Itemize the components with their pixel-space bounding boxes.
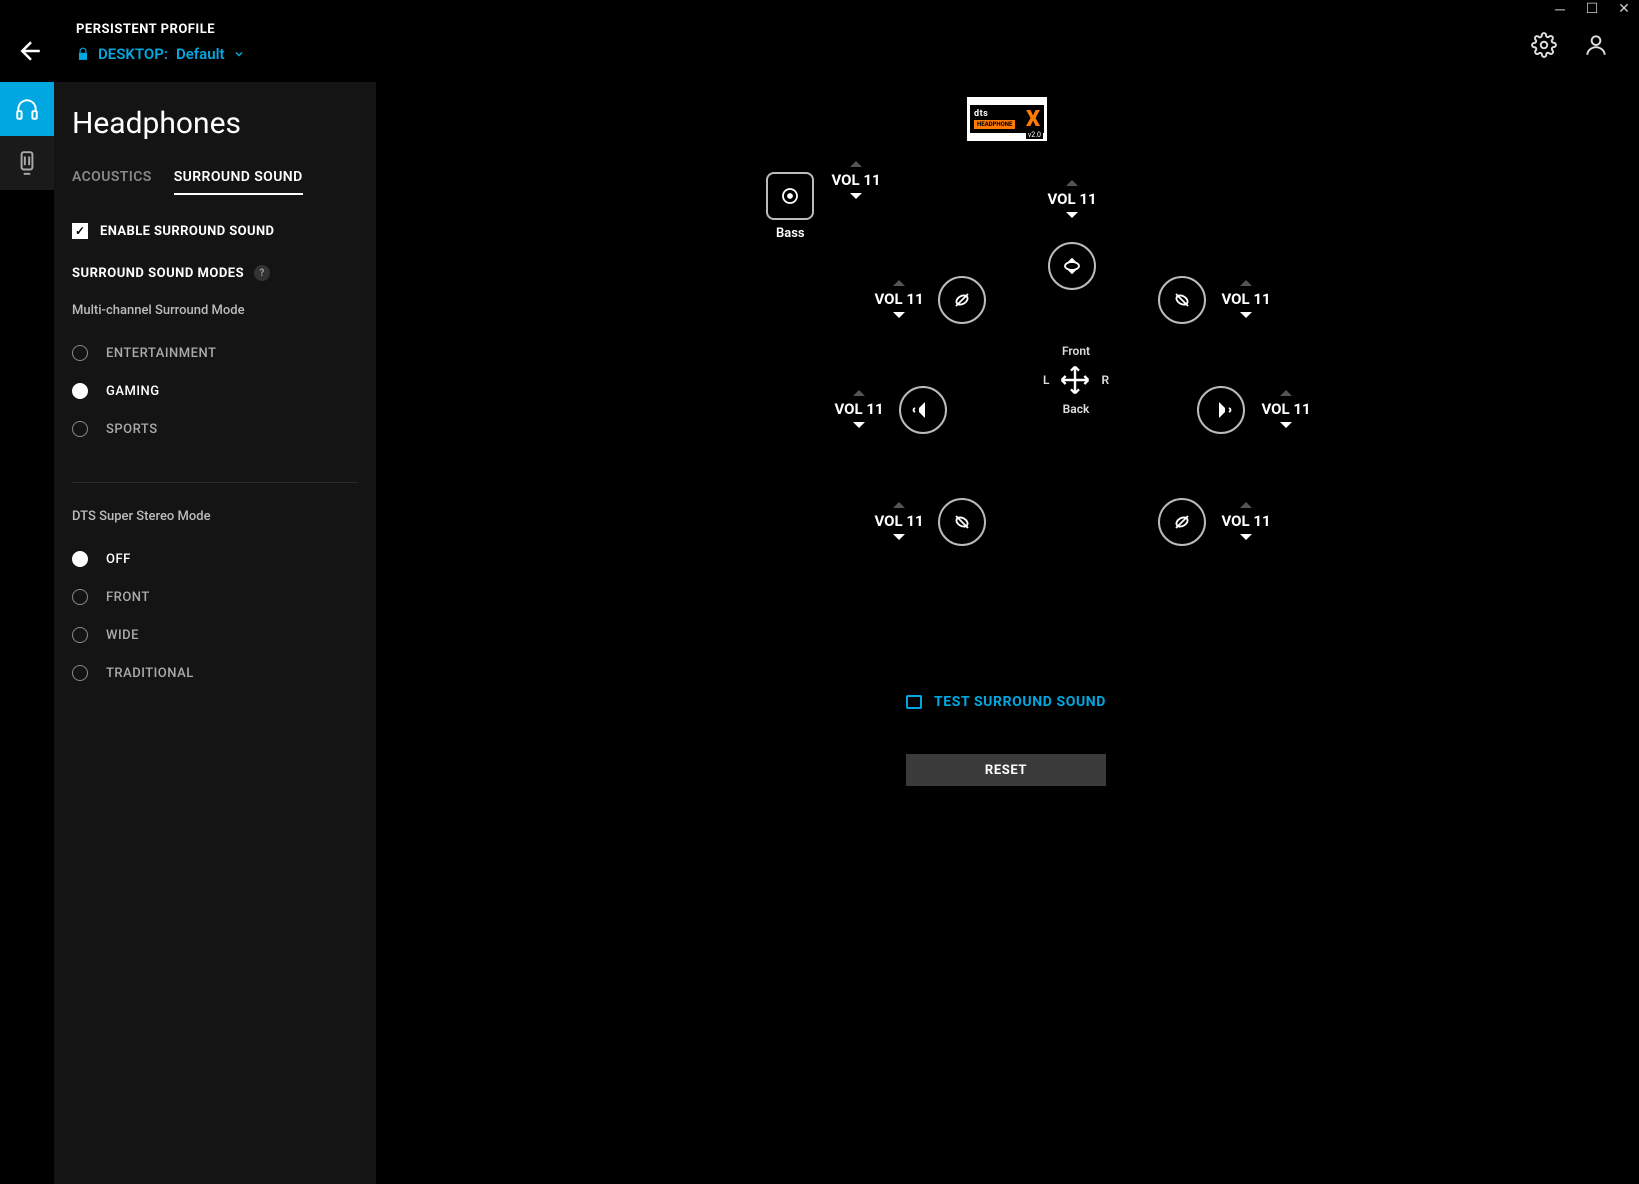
dts-group: OFF FRONT WIDE TRADITIONAL (72, 540, 358, 692)
vol-front-right[interactable]: VOL 11 (1216, 280, 1276, 318)
user-icon[interactable] (1583, 32, 1609, 62)
arrow-down-icon[interactable] (1280, 422, 1292, 428)
speaker-center[interactable] (1048, 242, 1096, 290)
vol-side-right[interactable]: VOL 11 (1256, 390, 1316, 428)
tab-acoustics[interactable]: ACOUSTICS (72, 169, 152, 195)
arrow-down-icon[interactable] (1240, 534, 1252, 540)
checkbox-icon: ✓ (72, 223, 88, 239)
vol-rear-left[interactable]: VOL 11 (869, 502, 929, 540)
arrow-down-icon[interactable] (853, 422, 865, 428)
profile-selector[interactable]: DESKTOP: Default (76, 45, 245, 63)
arrow-up-icon[interactable] (1280, 390, 1292, 396)
radio-entertainment[interactable]: ENTERTAINMENT (72, 334, 358, 372)
speaker-bass[interactable] (766, 172, 814, 220)
arrow-down-icon[interactable] (893, 534, 905, 540)
page-title: Headphones (72, 106, 358, 141)
vol-side-left[interactable]: VOL 11 (829, 390, 889, 428)
compass-right: R (1101, 373, 1109, 387)
speaker-rear-left[interactable] (938, 498, 986, 546)
lock-icon (76, 47, 90, 61)
multi-channel-group: ENTERTAINMENT GAMING SPORTS (72, 334, 358, 448)
sidebar: Headphones ACOUSTICS SURROUND SOUND ✓ EN… (54, 82, 376, 1184)
rail-headphones[interactable] (0, 82, 54, 136)
radio-off[interactable]: OFF (72, 540, 358, 578)
help-icon[interactable]: ? (254, 265, 270, 281)
main-panel: dts HEADPHONE X v2.0 VOL 11 Bass VOL 11 (376, 82, 1639, 1184)
arrow-up-icon[interactable] (1240, 502, 1252, 508)
divider (72, 482, 358, 483)
bass-label: Bass (776, 226, 805, 241)
minimize-button[interactable]: ─ (1553, 2, 1567, 16)
maximize-button[interactable]: ☐ (1585, 2, 1599, 16)
radio-wide[interactable]: WIDE (72, 616, 358, 654)
compass-back: Back (1063, 402, 1090, 416)
arrow-up-icon[interactable] (1066, 180, 1078, 186)
dts-heading: DTS Super Stereo Mode (72, 509, 358, 524)
reset-button[interactable]: RESET (906, 754, 1106, 786)
speaker-front-right[interactable] (1158, 276, 1206, 324)
profile-label: PERSISTENT PROFILE (76, 22, 245, 37)
modes-heading: SURROUND SOUND MODES (72, 266, 244, 281)
vol-front-left[interactable]: VOL 11 (869, 280, 929, 318)
close-button[interactable]: ✕ (1617, 2, 1631, 16)
compass-left: L (1043, 373, 1050, 387)
speaker-side-right[interactable] (1197, 386, 1245, 434)
arrow-down-icon[interactable] (850, 193, 862, 199)
back-button[interactable] (16, 36, 46, 66)
window-controls: ─ ☐ ✕ (1545, 0, 1639, 18)
speaker-rear-right[interactable] (1158, 498, 1206, 546)
radio-traditional[interactable]: TRADITIONAL (72, 654, 358, 692)
compass-front: Front (1062, 344, 1090, 358)
profile-header: PERSISTENT PROFILE DESKTOP: Default (76, 22, 245, 63)
arrow-up-icon[interactable] (850, 161, 862, 167)
speaker-map: VOL 11 Bass VOL 11 VOL 11 VOL 11 (686, 172, 1326, 652)
surround-icon (906, 695, 922, 709)
arrow-down-icon[interactable] (1066, 212, 1078, 218)
radio-front[interactable]: FRONT (72, 578, 358, 616)
arrow-up-icon[interactable] (853, 390, 865, 396)
speaker-side-left[interactable] (899, 386, 947, 434)
compass-cross-icon (1059, 364, 1091, 396)
arrow-up-icon[interactable] (893, 280, 905, 286)
arrow-down-icon[interactable] (893, 312, 905, 318)
multi-channel-heading: Multi-channel Surround Mode (72, 303, 358, 318)
rail-microphone[interactable] (0, 136, 54, 190)
compass: Front L R Back (1041, 344, 1111, 416)
test-surround-button[interactable]: TEST SURROUND SOUND (906, 694, 1106, 710)
dts-badge: dts HEADPHONE X v2.0 (966, 96, 1048, 142)
vol-bass[interactable]: VOL 11 (826, 161, 886, 199)
arrow-up-icon[interactable] (893, 502, 905, 508)
vol-center[interactable]: VOL 11 (1042, 180, 1102, 218)
device-rail (0, 82, 54, 190)
chevron-down-icon (233, 48, 245, 60)
arrow-up-icon[interactable] (1240, 280, 1252, 286)
arrow-down-icon[interactable] (1240, 312, 1252, 318)
tab-surround-sound[interactable]: SURROUND SOUND (174, 169, 303, 195)
radio-sports[interactable]: SPORTS (72, 410, 358, 448)
vol-rear-right[interactable]: VOL 11 (1216, 502, 1276, 540)
settings-icon[interactable] (1531, 32, 1557, 62)
enable-surround-checkbox[interactable]: ✓ ENABLE SURROUND SOUND (72, 223, 358, 239)
speaker-front-left[interactable] (938, 276, 986, 324)
radio-gaming[interactable]: GAMING (72, 372, 358, 410)
